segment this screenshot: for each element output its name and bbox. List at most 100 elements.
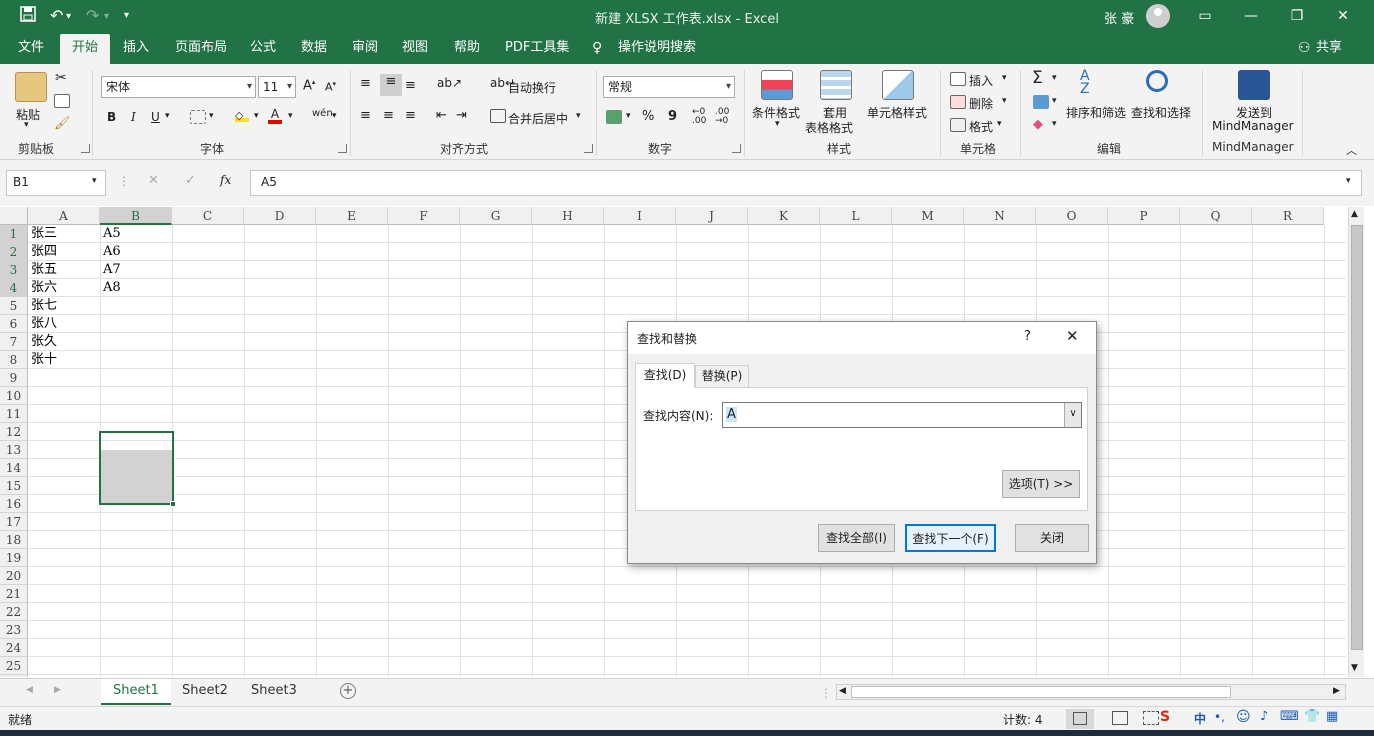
row-header[interactable]: 24: [0, 639, 28, 657]
merge-dropdown-icon[interactable]: ▾: [576, 111, 581, 121]
vertical-scroll-thumb[interactable]: [1351, 225, 1363, 650]
tab-split-grip-icon[interactable]: ⋮: [820, 686, 832, 700]
phonetic-icon[interactable]: wén: [312, 108, 333, 119]
clear-dropdown-icon[interactable]: ▾: [1052, 119, 1057, 129]
expand-formula-bar-icon[interactable]: ▾: [1346, 176, 1351, 186]
page-layout-view-icon[interactable]: [1112, 711, 1128, 725]
format-cells-icon[interactable]: [950, 118, 966, 132]
delete-dropdown-icon[interactable]: ▾: [1002, 96, 1007, 106]
user-name[interactable]: 张 豪: [1104, 8, 1134, 27]
column-header[interactable]: F: [388, 207, 460, 225]
send-to-line2[interactable]: MindManager: [1212, 119, 1294, 133]
scroll-down-icon[interactable]: ▼: [1351, 663, 1358, 673]
cell-a[interactable]: 张久: [28, 333, 100, 351]
row-header[interactable]: 17: [0, 513, 28, 531]
cut-icon[interactable]: ✂: [55, 70, 67, 86]
font-color-icon[interactable]: A: [268, 108, 282, 124]
page-break-view-icon[interactable]: [1143, 711, 1159, 725]
borders-icon[interactable]: [190, 110, 206, 124]
row-header[interactable]: 26: [0, 675, 28, 677]
tab-review[interactable]: 审阅: [340, 34, 390, 64]
paste-icon[interactable]: [15, 72, 47, 102]
row-header[interactable]: 10: [0, 387, 28, 405]
cancel-entry-icon[interactable]: ✕: [148, 173, 159, 188]
cell-b[interactable]: A5: [100, 225, 172, 243]
tab-replace[interactable]: 替换(P): [695, 365, 749, 387]
cell-b[interactable]: A7: [100, 261, 172, 279]
align-left-icon[interactable]: ≡: [360, 108, 371, 123]
sheet-tab-1[interactable]: Sheet1: [101, 679, 171, 705]
tab-help[interactable]: 帮助: [442, 34, 492, 64]
row-header[interactable]: 25: [0, 657, 28, 675]
decrease-indent-icon[interactable]: ⇤: [436, 108, 447, 123]
conditional-formatting-icon[interactable]: [761, 70, 793, 100]
dialog-close-icon[interactable]: ✕: [1066, 327, 1079, 345]
ime-menu-icon[interactable]: ▦: [1326, 709, 1338, 724]
next-sheet-icon[interactable]: ▶: [54, 685, 61, 695]
sogou-ime-icon[interactable]: S: [1160, 709, 1170, 725]
cell-a[interactable]: 张五: [28, 261, 100, 279]
horizontal-scroll-thumb[interactable]: [851, 686, 1231, 698]
align-right-icon[interactable]: ≡: [405, 108, 416, 123]
ribbon-display-options-icon[interactable]: ▭: [1182, 4, 1228, 28]
fill-icon[interactable]: [1033, 95, 1049, 109]
row-header[interactable]: 4: [0, 279, 28, 297]
cell-a[interactable]: 张三: [28, 225, 100, 243]
avatar[interactable]: [1146, 4, 1170, 28]
merge-center-icon[interactable]: [490, 109, 506, 123]
paste-dropdown-icon[interactable]: ▾: [24, 120, 29, 130]
format-painter-icon[interactable]: 🖌: [54, 116, 71, 131]
delete-cells-button[interactable]: 删除: [969, 95, 993, 112]
options-button[interactable]: 选项(T) >>: [1002, 470, 1080, 498]
cell-b[interactable]: A6: [100, 243, 172, 261]
ime-keyboard-icon[interactable]: ⌨: [1280, 709, 1299, 724]
row-header[interactable]: 8: [0, 351, 28, 369]
tab-file[interactable]: 文件: [6, 34, 56, 64]
orientation-icon[interactable]: ab↗: [437, 76, 462, 90]
find-select-button[interactable]: 查找和选择: [1131, 104, 1191, 121]
row-header[interactable]: 21: [0, 585, 28, 603]
grow-font-icon[interactable]: A▴: [303, 78, 315, 93]
cell-a[interactable]: 张四: [28, 243, 100, 261]
align-top-icon[interactable]: ≡: [360, 76, 371, 91]
scroll-left-icon[interactable]: ◀: [839, 686, 846, 696]
fill-color-dropdown-icon[interactable]: ▾: [254, 111, 259, 121]
find-all-button[interactable]: 查找全部(I): [818, 524, 895, 552]
column-header[interactable]: B: [100, 207, 172, 225]
name-box-dropdown-icon[interactable]: ▾: [92, 176, 97, 186]
cell-a[interactable]: 张七: [28, 297, 100, 315]
copy-icon[interactable]: [54, 94, 70, 108]
bold-button[interactable]: B: [107, 110, 116, 124]
format-as-table-icon[interactable]: [820, 70, 852, 100]
sheet-tab-2[interactable]: Sheet2: [170, 679, 240, 705]
column-header[interactable]: P: [1108, 207, 1180, 225]
ime-chinese-icon[interactable]: 中: [1194, 710, 1206, 727]
cell-a[interactable]: 张十: [28, 351, 100, 369]
find-what-dropdown-icon[interactable]: ∨: [1064, 403, 1081, 427]
sheet-tab-3[interactable]: Sheet3: [239, 679, 309, 705]
ime-skin-icon[interactable]: 👕: [1304, 709, 1320, 724]
font-color-dropdown-icon[interactable]: ▾: [288, 111, 293, 121]
autosum-icon[interactable]: Σ: [1032, 68, 1043, 88]
tab-home[interactable]: 开始: [60, 34, 111, 64]
format-dropdown-icon[interactable]: ▾: [997, 119, 1002, 129]
increase-indent-icon[interactable]: ⇥: [456, 108, 467, 123]
tab-formulas[interactable]: 公式: [238, 34, 288, 64]
row-header[interactable]: 2: [0, 243, 28, 261]
row-header[interactable]: 12: [0, 423, 28, 441]
column-header[interactable]: H: [532, 207, 604, 225]
tab-pdf-tools[interactable]: PDF工具集: [493, 34, 581, 64]
tab-insert[interactable]: 插入: [111, 34, 161, 64]
cell-a[interactable]: 张六: [28, 279, 100, 297]
underline-button[interactable]: U: [151, 110, 160, 124]
close-window-icon[interactable]: ✕: [1320, 4, 1366, 28]
find-what-input[interactable]: A: [726, 407, 737, 422]
comma-style-button[interactable]: 9: [668, 109, 677, 124]
insert-dropdown-icon[interactable]: ▾: [1002, 73, 1007, 83]
tell-me-search[interactable]: 操作说明搜索: [606, 34, 708, 64]
find-select-icon[interactable]: [1146, 70, 1168, 92]
scroll-right-icon[interactable]: ▶: [1333, 686, 1340, 696]
row-header[interactable]: 22: [0, 603, 28, 621]
font-size-select[interactable]: 11: [258, 76, 296, 98]
accounting-dropdown-icon[interactable]: ▾: [626, 111, 631, 121]
